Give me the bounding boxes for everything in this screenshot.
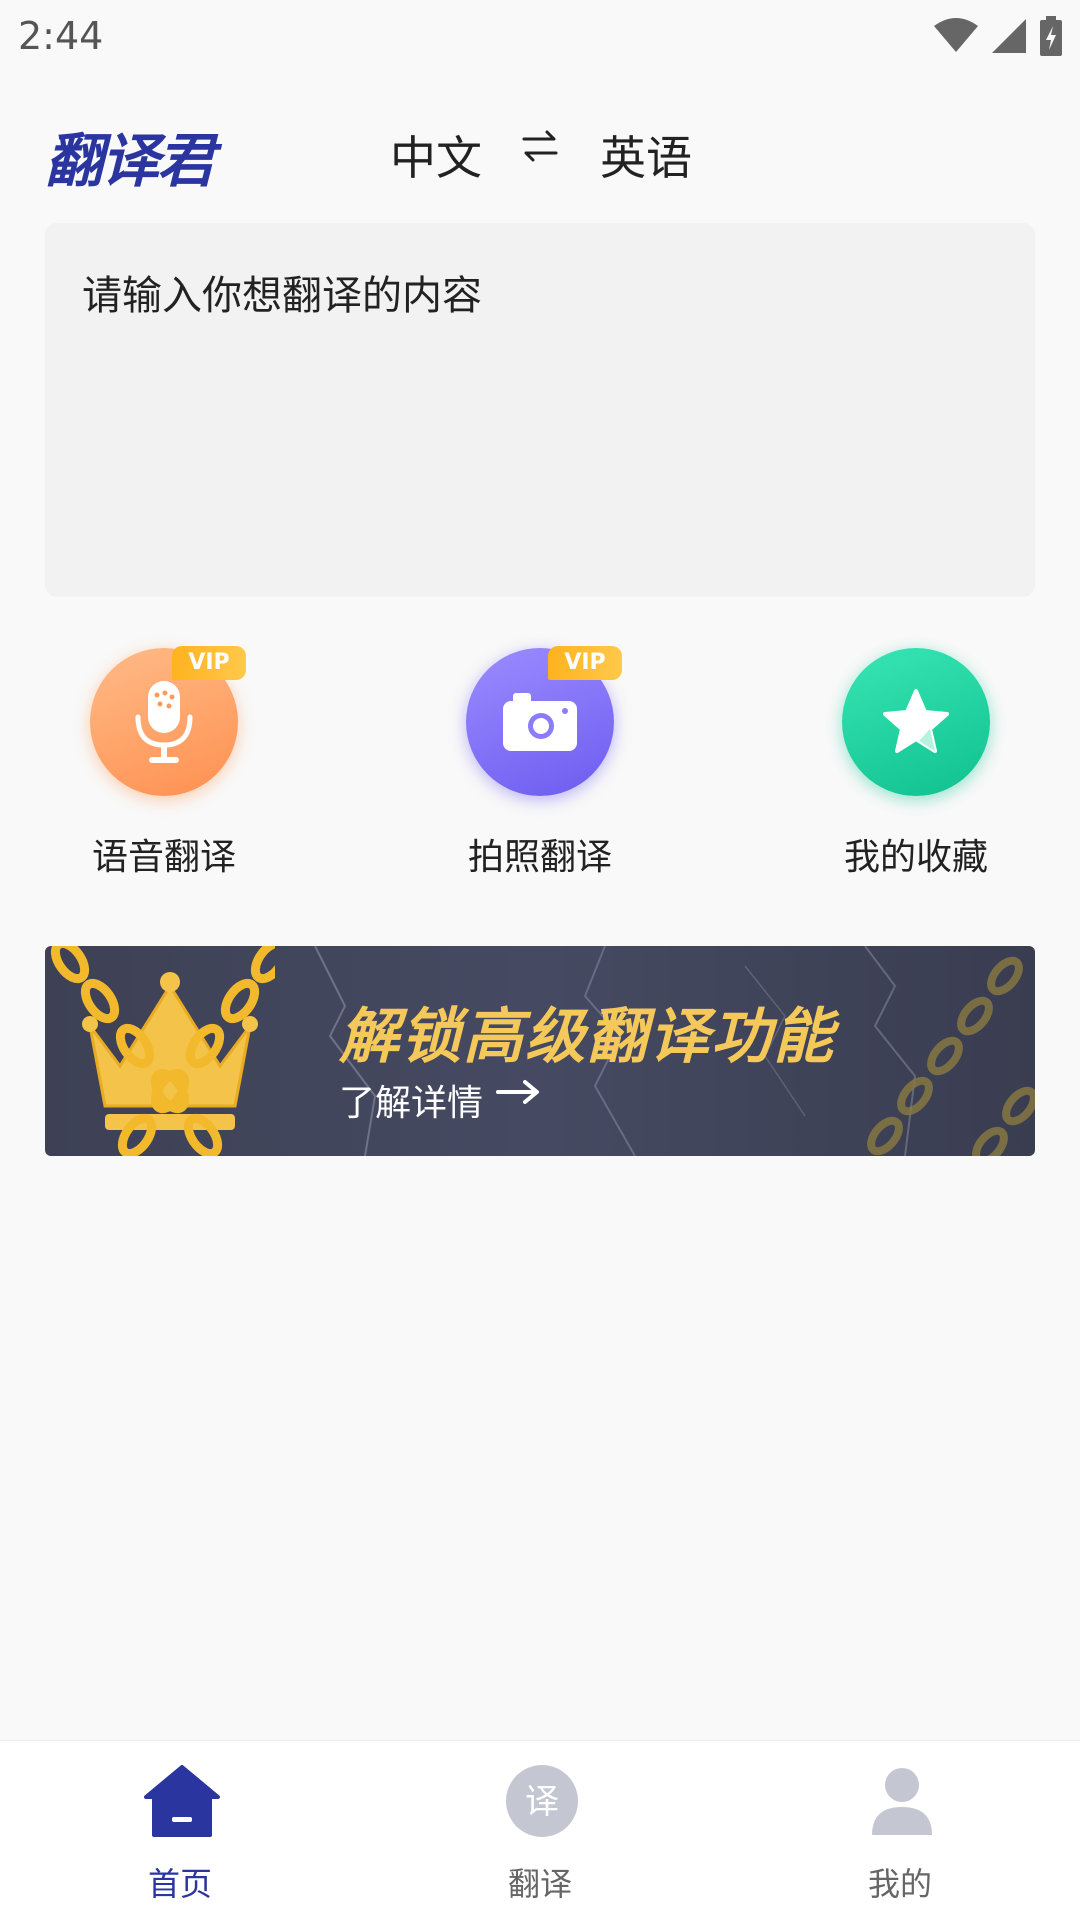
user-icon xyxy=(872,1768,932,1835)
home-icon xyxy=(144,1765,220,1837)
cellular-signal-icon xyxy=(992,19,1026,53)
bottom-navigation: 首页 译 翻译 我的 xyxy=(0,1740,1080,1920)
target-language-button[interactable]: 英语 xyxy=(600,122,692,188)
source-language-button[interactable]: 中文 xyxy=(390,122,482,188)
crown-icon xyxy=(50,946,275,1156)
battery-icon xyxy=(1040,16,1062,56)
camera-icon xyxy=(503,693,577,751)
vip-badge: VIP xyxy=(172,646,246,680)
photo-translate-button[interactable]: VIP 拍照翻译 xyxy=(424,646,654,878)
swap-languages-icon[interactable] xyxy=(520,126,560,166)
feature-label: 拍照翻译 xyxy=(467,837,612,878)
nav-item-translate[interactable]: 译 翻译 xyxy=(360,1741,720,1920)
translation-input[interactable]: 请输入你想翻译的内容 xyxy=(45,223,1035,597)
banner-link-text: 了解详情 xyxy=(339,1083,484,1124)
vip-promo-banner[interactable]: 解锁高级翻译功能 了解详情 xyxy=(45,946,1035,1156)
nav-item-mine[interactable]: 我的 xyxy=(720,1741,1080,1920)
voice-translate-button[interactable]: VIP 语音翻译 xyxy=(48,646,278,878)
vip-badge: VIP xyxy=(548,646,622,680)
feature-label: 我的收藏 xyxy=(843,837,988,878)
microphone-icon xyxy=(135,681,193,763)
banner-title: 解锁高级翻译功能 xyxy=(339,1002,835,1072)
home-screen: 2:44 翻译君 中文 英语 请输入你想翻译的内容 VIP 语音翻译 VIP 拍… xyxy=(0,0,1080,1920)
arrow-right-icon xyxy=(496,1080,539,1104)
nav-label: 我的 xyxy=(867,1865,932,1903)
favorites-circle xyxy=(842,648,990,796)
nav-item-home[interactable]: 首页 xyxy=(0,1741,360,1920)
feature-label: 语音翻译 xyxy=(91,837,236,878)
nav-label: 首页 xyxy=(147,1865,212,1903)
nav-label: 翻译 xyxy=(507,1865,572,1903)
star-icon xyxy=(883,689,949,753)
status-bar: 2:44 xyxy=(0,0,1080,78)
translate-icon: 译 xyxy=(506,1765,578,1837)
status-time: 2:44 xyxy=(18,14,104,58)
translate-icon-glyph: 译 xyxy=(525,1782,559,1822)
input-placeholder: 请输入你想翻译的内容 xyxy=(82,273,482,319)
status-icons xyxy=(934,14,1062,58)
app-header: 翻译君 中文 英语 xyxy=(0,100,1080,200)
brand-logo: 翻译君 xyxy=(45,127,215,195)
favorites-button[interactable]: 我的收藏 xyxy=(800,648,1030,878)
wifi-icon xyxy=(934,18,978,52)
